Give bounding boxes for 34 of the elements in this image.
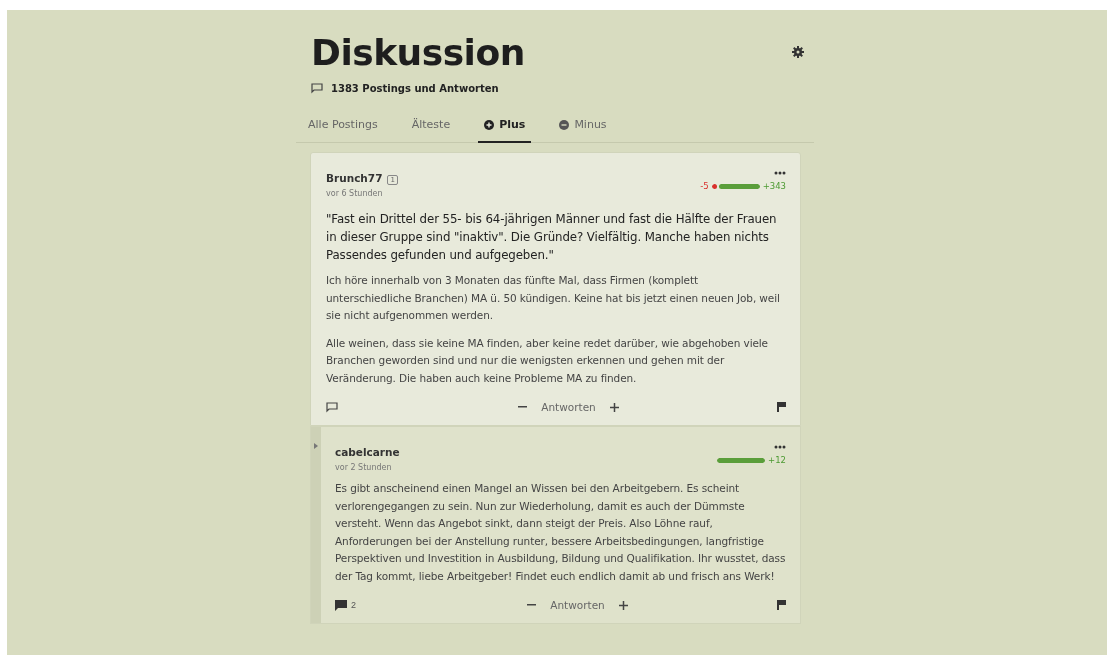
post-text: Es gibt anscheinend einen Mangel an Wissen bei den Arbeitgebern. Es scheint verlorengegangen zu sein. Nun zur Wiederholung, damit es auch der Dümmste versteht. Wenn das Angebot sinkt, dann steigt der Preis. Also Löhne rauf, Anforderungen bei der Anstellung runter, bessere Arbeitsbedingungen, langfristige Perspektiven und Investition in Ausbildung, Bildung und Qualifikation. Ihr wusstet, dass der Tag kommt, liebe Arbeitgeber! Findet euch endlich damit ab und frisch ans Werk! bbox=[335, 481, 786, 584]
filter-tab[interactable]: Plus bbox=[478, 114, 532, 143]
positive-count: +12 bbox=[768, 455, 786, 465]
page-title: Diskussion bbox=[311, 32, 525, 73]
plus-circle-icon bbox=[484, 119, 495, 130]
settings-icon[interactable] bbox=[792, 46, 804, 58]
filter-tab[interactable]: Alle Postings bbox=[302, 114, 384, 143]
rating-bar bbox=[711, 183, 760, 189]
negative-count: -5 bbox=[700, 181, 709, 191]
author-name[interactable]: cabelcarne bbox=[335, 446, 400, 458]
minus-circle-icon bbox=[559, 119, 570, 130]
upvote-button[interactable] bbox=[609, 402, 619, 412]
positive-count: +343 bbox=[762, 181, 786, 191]
upvote-button[interactable] bbox=[618, 600, 628, 610]
comment-icon bbox=[311, 83, 323, 94]
report-flag-button[interactable] bbox=[777, 402, 786, 412]
post-time: vor 2 Stunden bbox=[335, 463, 393, 472]
report-flag-button[interactable] bbox=[777, 600, 786, 610]
post-time: vor 6 Stunden bbox=[326, 189, 384, 198]
reply-button[interactable]: Antworten bbox=[541, 401, 596, 413]
replies-button[interactable]: 2 bbox=[335, 599, 356, 611]
comment-icon bbox=[326, 401, 338, 413]
caret-icon bbox=[314, 443, 318, 449]
post-quote: "Fast ein Drittel der 55- bis 64-jährigen Männer und fast die Hälfte der Frauen in dieser Gruppe sind "inaktiv". Die Gründe? Vielfältig. Manche haben nichts Passendes gefunden und aufgegeben." bbox=[326, 211, 778, 264]
filter-tab[interactable]: Minus bbox=[553, 114, 613, 143]
post-text: Ich höre innerhalb von 3 Monaten das fünfte Mal, dass Firmen (komplett unterschiedliche Branchen) MA ü. 50 kündigen. Keine hat bis jetzt einen neuen Job, weil sie nicht aufgenommen werden. bbox=[326, 273, 781, 323]
filter-tab[interactable]: Älteste bbox=[405, 114, 457, 143]
reply-button[interactable]: Antworten bbox=[550, 599, 605, 611]
replies-button[interactable] bbox=[326, 401, 338, 413]
author-name[interactable]: Brunch77 bbox=[326, 172, 383, 184]
comment-icon bbox=[335, 599, 347, 611]
rating-bar bbox=[717, 457, 766, 463]
post-text: Alle weinen, dass sie keine MA finden, aber keine redet darüber, wie abgehoben viele Branchen geworden sind und nur die wenigsten erkennen und gehen mit der Veränderung. Die haben auch keine Probleme MA zu finden. bbox=[326, 335, 769, 386]
posting-count: 1383 Postings und Antworten bbox=[331, 83, 499, 94]
